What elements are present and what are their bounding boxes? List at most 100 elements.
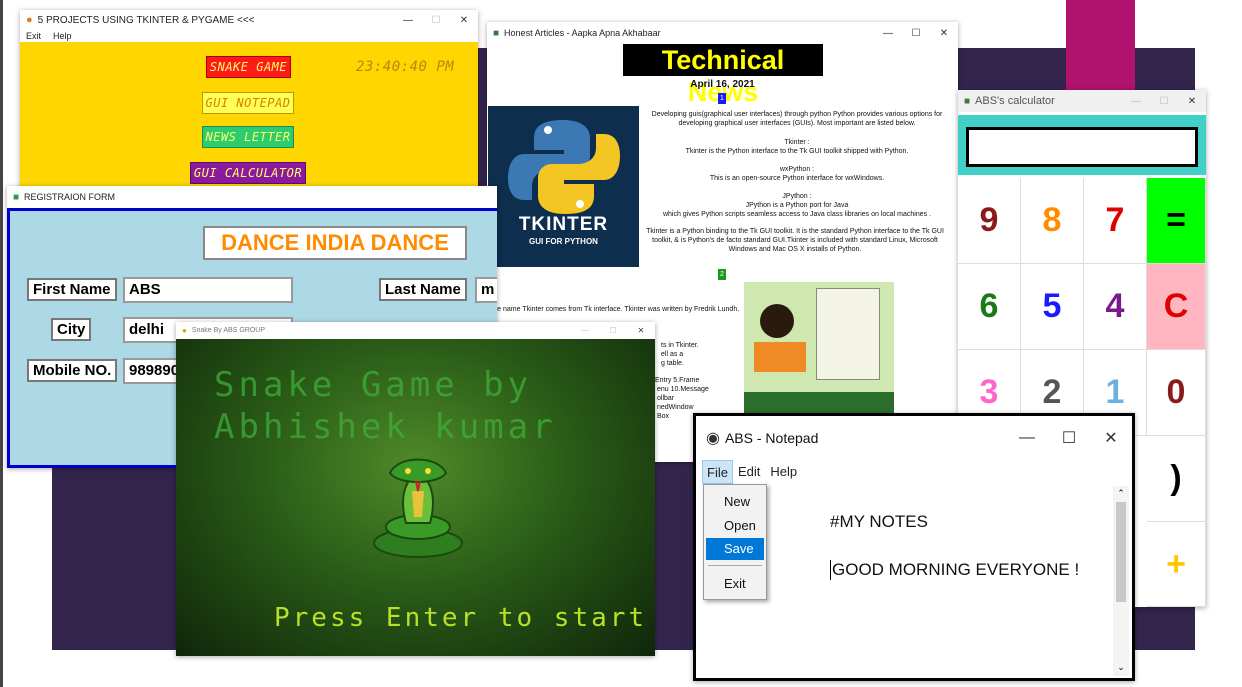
snake-title: Snake By ABS GROUP [191,327,265,334]
maximize-button[interactable]: ☐ [422,15,450,26]
note-line-2: GOOD MORNING EVERYONE ! [830,560,1080,580]
news-letter-button[interactable]: NEWS LETTER [202,126,294,148]
key-plus[interactable]: + [1147,522,1206,607]
clock-display: 23:40:40 PM [356,59,455,75]
fragment-1: ts in Tkinter. [661,342,699,349]
menu-help[interactable]: Help [47,30,78,42]
wxpython-heading: wxPython : [779,166,815,173]
maximize-button[interactable]: ☐ [902,28,930,39]
menu-help[interactable]: Help [765,460,802,484]
key-9[interactable]: 9 [958,178,1021,264]
minimize-button[interactable]: — [394,15,422,26]
menu-separator [708,565,762,566]
minimize-button[interactable]: — [1122,96,1150,107]
last-name-field[interactable]: m [475,277,497,303]
jpython-heading: JPython : [782,193,812,200]
title-line-1: Snake Game by [214,365,533,405]
menu-edit[interactable]: Edit [733,460,765,484]
note-line-1: #MY NOTES [830,512,928,531]
start-prompt: Press Enter to start [274,603,648,633]
fragment-2: ell as a [661,351,684,358]
menu-item-open[interactable]: Open [706,515,764,537]
calculator-titlebar: ■ ABS's calculator — ☐ ✕ [958,90,1206,112]
news-title: Honest Articles - Aapka Apna Akhabaar [504,28,661,38]
key-clear[interactable]: C [1147,264,1206,350]
key-0[interactable]: 0 [1147,350,1206,436]
name-line: The name Tkinter comes from Tk interface… [489,306,740,313]
app-icon: ■ [964,95,971,107]
key-8[interactable]: 8 [1021,178,1084,264]
tkinter-heading: Tkinter : [784,139,810,146]
minimize-button[interactable]: — [1006,429,1048,447]
display-frame [958,115,1206,175]
python-logo-icon [508,120,620,214]
first-name-field[interactable]: ABS [123,277,293,303]
menu-file[interactable]: File [702,460,733,484]
notepad-menubar: File Edit Help [696,460,1132,484]
menu-item-exit[interactable]: Exit [706,573,764,595]
close-button[interactable]: ✕ [450,15,478,26]
maximize-button[interactable]: ☐ [599,326,627,335]
maximize-button[interactable]: ☐ [1048,428,1090,448]
fragment-5: enu 10.Message [657,386,709,393]
fragment-4: Entry 5.Frame [655,377,700,384]
vertical-scrollbar[interactable]: ⌃ ⌄ [1113,486,1129,676]
close-button[interactable]: ✕ [1178,96,1206,107]
magenta-accent-bar [1066,0,1135,95]
minimize-button[interactable]: — [874,28,902,39]
tkinter-logo: TKINTER GUI FOR PYTHON [488,106,639,267]
maximize-button[interactable]: ☐ [1150,96,1178,107]
scroll-thumb[interactable] [1116,502,1126,602]
form-heading: DANCE INDIA DANCE [203,226,467,260]
notepad-window: ◉ ABS - Notepad — ☐ ✕ File Edit Help #MY… [693,413,1135,681]
fragment-6: ollbar [657,395,675,402]
news-titlebar: ■ Honest Articles - Aapka Apna Akhabaar … [487,22,958,44]
menu-item-new[interactable]: New [706,491,764,513]
first-name-label: First Name [27,278,117,301]
menu-item-save[interactable]: Save [706,538,764,560]
game-canvas[interactable]: Snake Game by Abhishek kumar Press Enter… [176,339,655,656]
close-button[interactable]: ✕ [1090,428,1132,448]
snake-game-button[interactable]: SNAKE GAME [206,56,291,78]
fragment-8: Box [657,413,670,420]
fragment-3: g table. [661,360,684,367]
text-area[interactable]: #MY NOTES GOOD MORNING EVERYONE ! [766,486,1112,676]
illustration-panel [816,288,880,380]
snake-titlebar: ● Snake By ABS GROUP — ☐ ✕ [176,322,655,339]
illustration-person [760,304,794,338]
registration-title: REGISTRAION FORM [24,192,116,202]
calculator-display[interactable] [966,127,1198,167]
title-line-2: Abhishek kumar [214,407,557,447]
cobra-icon [373,458,463,558]
key-6[interactable]: 6 [958,264,1021,350]
logo-text: TKINTER [518,214,609,235]
key-7[interactable]: 7 [1084,178,1147,264]
scroll-down-icon[interactable]: ⌄ [1113,660,1129,674]
gui-notepad-button[interactable]: GUI NOTEPAD [202,92,294,114]
key-equals[interactable]: = [1147,178,1206,264]
jpython-body-1: JPython is a Python port for Java [745,202,849,209]
wxpython-body: This is an open-source Python interface … [709,175,885,182]
last-name-label: Last Name [379,278,467,301]
key-5[interactable]: 5 [1021,264,1084,350]
illustration-image [744,282,894,417]
app-icon: ■ [13,191,20,203]
minimize-button[interactable]: — [571,326,599,335]
close-button[interactable]: ✕ [930,28,958,39]
projects-window: ● 5 PROJECTS USING TKINTER & PYGAME <<< … [20,10,478,190]
gui-calculator-button[interactable]: GUI CALCULATOR [190,162,306,184]
menu-exit[interactable]: Exit [20,30,47,42]
key-close-paren[interactable]: ) [1147,436,1206,522]
projects-titlebar: ● 5 PROJECTS USING TKINTER & PYGAME <<< … [20,10,478,30]
app-icon: ● [182,326,187,335]
key-4[interactable]: 4 [1084,264,1147,350]
close-button[interactable]: ✕ [627,326,655,335]
illustration-laptop [754,342,806,372]
file-dropdown-menu: New Open Save Exit [703,484,767,600]
calculator-title: ABS's calculator [975,95,1055,107]
jpython-body-2: which gives Python scripts seamless acce… [662,211,932,218]
feather-icon: ● [26,14,33,26]
scroll-up-icon[interactable]: ⌃ [1113,486,1129,500]
snake-window: ● Snake By ABS GROUP — ☐ ✕ Snake Game by… [176,322,655,656]
mobile-label: Mobile NO. [27,359,118,382]
